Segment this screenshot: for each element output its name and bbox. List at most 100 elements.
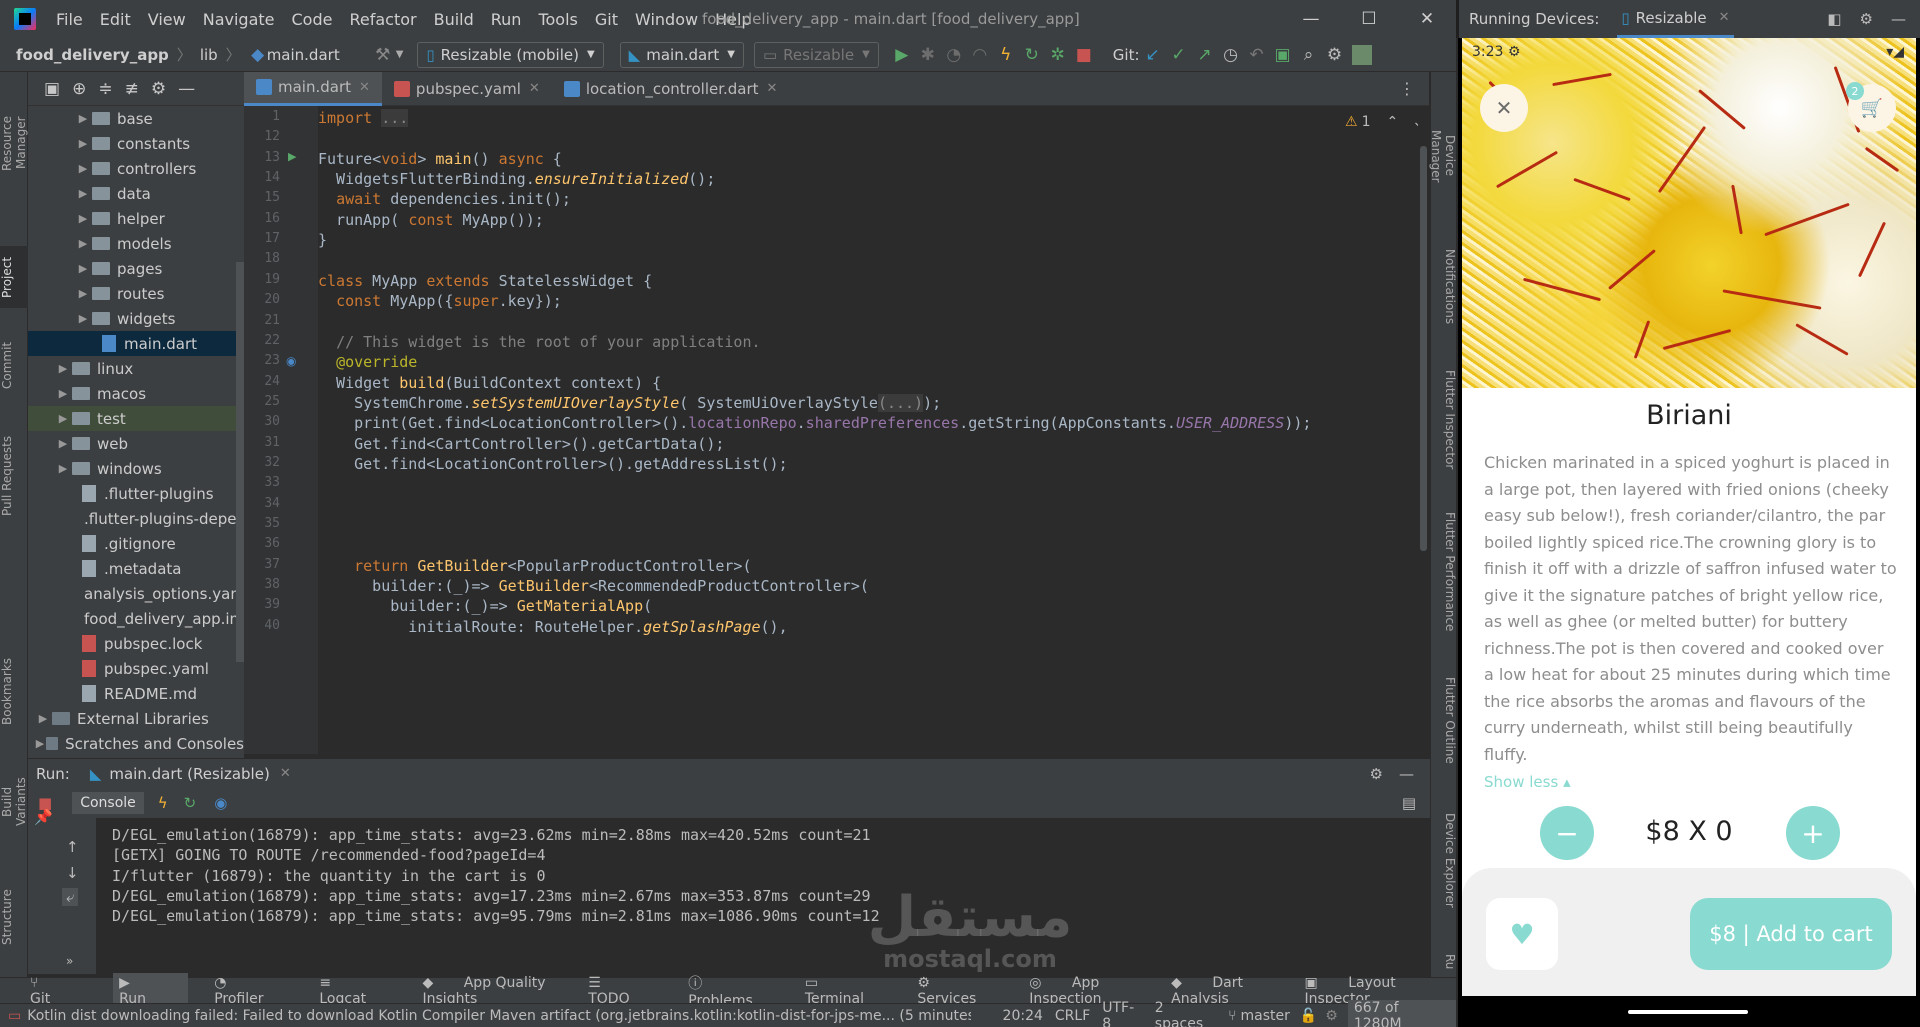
bottom-tool-git[interactable]: ⑂ Git [30,975,87,1007]
tree-item-routes[interactable]: ▶ routes [28,281,244,306]
menu-navigate[interactable]: Navigate [203,10,275,29]
tool-tab-flutter-outline[interactable]: Flutter Outline [1431,672,1457,768]
bottom-tool-todo[interactable]: ☰ TODO [588,975,662,1007]
expand-arrow-icon[interactable]: ▶ [34,737,46,750]
inspection-widget[interactable]: ⚠ 1 ⌃ ⌄ [1345,114,1424,130]
tree-item-controllers[interactable]: ▶ controllers [28,156,244,181]
git-update-icon[interactable]: ↙ [1140,45,1166,65]
tree-item-constants[interactable]: ▶ constants [28,131,244,156]
tree-item-macos[interactable]: ▶ macos [28,381,244,406]
menu-edit[interactable]: Edit [100,10,131,29]
bottom-tool-profiler[interactable]: ◔ Profiler [214,975,293,1007]
expand-arrow-icon[interactable]: ▶ [74,137,92,150]
expand-arrow-icon[interactable]: ▶ [74,262,92,275]
bottom-tool-app-quality-insights[interactable]: ◆ App Quality Insights [423,975,563,1007]
memory-indicator[interactable]: 667 of 1280M [1347,999,1456,1027]
git-commit-icon[interactable]: ✓ [1166,45,1192,65]
tree-item-test[interactable]: ▶ test [28,406,244,431]
caret-position[interactable]: 20:24 [1003,1008,1043,1024]
more-icon[interactable]: » [66,954,73,968]
tool-tab-device-explorer[interactable]: Device Explorer [1431,808,1457,912]
expand-arrow-icon[interactable]: ▶ [34,712,52,725]
expand-arrow-icon[interactable]: ▶ [74,237,92,250]
show-less-link[interactable]: Show less ▴ [1484,773,1571,791]
tab-menu-icon[interactable]: ⋮ [1399,79,1415,98]
editor-scrollbar[interactable] [1418,106,1430,754]
project-scrollbar[interactable] [236,262,244,662]
menu-view[interactable]: View [148,10,186,29]
settings-icon[interactable]: ⚙ [1322,45,1348,65]
tree-item--metadata[interactable]: .metadata [28,556,244,581]
tree-item-readme-md[interactable]: README.md [28,681,244,706]
tool-tab-flutter-performance[interactable]: Flutter Performance [1431,508,1457,636]
locate-icon[interactable]: ⊕ [72,79,86,99]
bottom-tool-terminal[interactable]: ▭ Terminal [805,975,891,1007]
expand-arrow-icon[interactable]: ▶ [54,412,72,425]
rollback-icon[interactable]: ↶ [1244,45,1270,65]
indent-setting[interactable]: 2 spaces [1155,1000,1216,1027]
add-to-cart-button[interactable]: $8 | Add to cart [1690,898,1892,970]
close-button[interactable]: ✕ [1480,84,1528,132]
expand-arrow-icon[interactable]: ▶ [54,437,72,450]
menu-window[interactable]: Window [635,10,698,29]
expand-arrow-icon[interactable]: ▶ [74,162,92,175]
increase-quantity-button[interactable]: + [1786,806,1840,860]
tree-item-widgets[interactable]: ▶ widgets [28,306,244,331]
error-status-icon[interactable]: ▭ [8,1008,21,1024]
tool-tab-flutter-inspector[interactable]: Flutter Inspector [1431,366,1457,474]
tool-tab-structure[interactable]: Structure [0,882,28,952]
menu-run[interactable]: Run [491,10,522,29]
tree-item-windows[interactable]: ▶ windows [28,456,244,481]
close-tab-icon[interactable]: ✕ [529,81,540,96]
tool-tab-notifications[interactable]: Notifications [1431,246,1457,328]
tree-item--gitignore[interactable]: .gitignore [28,531,244,556]
tree-item-external-libraries[interactable]: ▶ External Libraries [28,706,244,731]
lock-icon[interactable]: 🔓 [1300,1008,1317,1024]
search-icon[interactable]: ⌕ [1296,45,1322,65]
pin-icon[interactable]: 📌 [34,808,53,826]
hammer-icon[interactable]: ⚒ [370,45,396,65]
tool-tab-commit[interactable]: Commit [0,335,28,395]
tool-tab-device-manager[interactable]: Device Manager [1429,108,1457,204]
soft-wrap-icon[interactable]: ⤶ [62,888,79,906]
menu-tools[interactable]: Tools [538,10,577,29]
close-tab-icon[interactable]: ✕ [767,81,778,96]
tree-item-linux[interactable]: ▶ linux [28,356,244,381]
coverage-icon[interactable]: ◔ [941,45,967,65]
hot-restart-icon[interactable]: ↻ [184,794,197,812]
tree-item-pages[interactable]: ▶ pages [28,256,244,281]
project-view-icon[interactable]: ▣ [44,79,60,99]
hot-reload-icon[interactable]: ϟ [158,794,168,812]
menu-file[interactable]: File [56,10,83,29]
tool-tab-build-variants[interactable]: Build Variants [0,762,28,842]
close-tab-icon[interactable]: ✕ [359,80,370,95]
hide-panel-icon[interactable]: — [1399,765,1414,783]
device-manager-icon[interactable]: ▣ [1270,45,1296,65]
devtools-icon[interactable]: ◉ [214,794,227,812]
expand-arrow-icon[interactable]: ▶ [74,187,92,200]
android-studio-logo[interactable] [14,8,36,30]
tree-item-food-delivery-app-iml[interactable]: food_delivery_app.iml [28,606,244,631]
close-icon[interactable]: ✕ [1398,9,1456,29]
hot-restart-icon[interactable]: ↻ [1019,45,1045,65]
run-config-selector[interactable]: ◣ main.dart ▼ [619,41,744,68]
tab-pubspec-yaml[interactable]: pubspec.yaml ✕ [382,72,552,106]
device-screen[interactable]: 3:23 ⚙ ▾◢ ✕ 🛒 2 Biriani Chicken marinate… [1462,38,1916,996]
avatar[interactable] [1351,44,1372,65]
close-device-tab-icon[interactable]: ✕ [1719,10,1730,25]
close-run-tab-icon[interactable]: ✕ [280,766,291,781]
tool-tab-project[interactable]: Project [0,246,28,308]
split-view-icon[interactable]: ◧ [1827,10,1841,28]
tab-location-controller-dart[interactable]: location_controller.dart ✕ [552,72,790,106]
git-branch[interactable]: master [1240,1008,1289,1024]
settings-icon[interactable]: ⚙ [1860,10,1873,28]
tree-item-helper[interactable]: ▶ helper [28,206,244,231]
file-encoding[interactable]: UTF-8 [1102,1000,1143,1027]
expand-arrow-icon[interactable]: ▶ [54,362,72,375]
scroll-down-icon[interactable]: ↓ [66,864,79,882]
menu-code[interactable]: Code [292,10,333,29]
previous-highlight-icon[interactable]: ⌃ [1386,114,1398,130]
scroll-up-icon[interactable]: ↑ [66,838,79,856]
expand-arrow-icon[interactable]: ▶ [54,387,72,400]
layout-icon[interactable]: ▤ [1402,794,1416,812]
